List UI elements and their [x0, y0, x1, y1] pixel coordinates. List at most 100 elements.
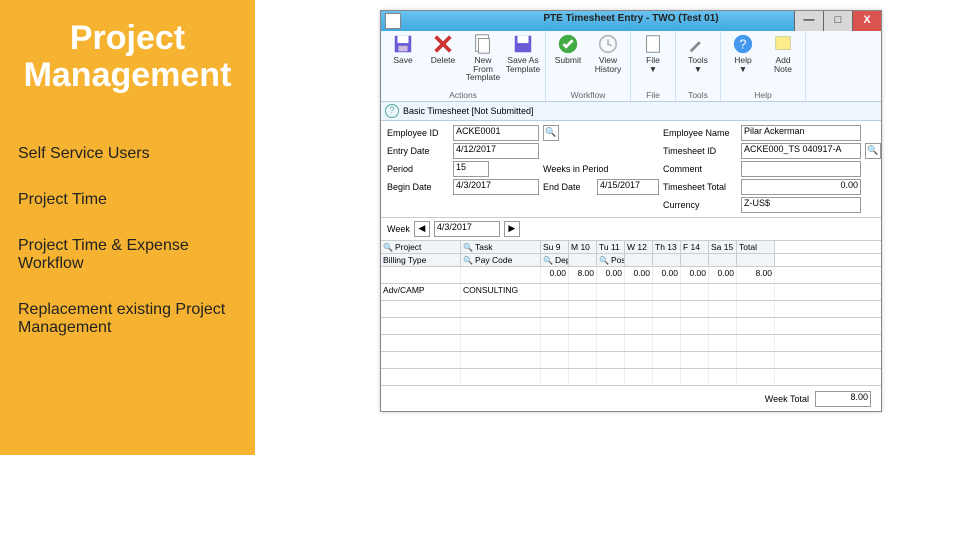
- ribbon-group-workflow: Workflow: [550, 90, 626, 101]
- save-button[interactable]: Save: [385, 33, 421, 82]
- col-header[interactable]: Total: [737, 241, 775, 253]
- col-header[interactable]: [569, 254, 597, 266]
- col-header[interactable]: [653, 254, 681, 266]
- comment-field[interactable]: [741, 161, 861, 177]
- col-header[interactable]: [709, 254, 737, 266]
- newfrom-icon: [472, 33, 494, 55]
- close-button[interactable]: X: [852, 11, 881, 31]
- minimize-button[interactable]: —: [794, 11, 823, 31]
- grid-cell[interactable]: 0.00: [681, 267, 709, 283]
- grid-cell[interactable]: 0.00: [709, 267, 737, 283]
- delete-button[interactable]: Delete: [425, 33, 461, 82]
- col-header[interactable]: [625, 254, 653, 266]
- info-bar: ? Basic Timesheet [Not Submitted]: [381, 102, 881, 121]
- col-header[interactable]: [681, 254, 709, 266]
- grid-row-empty: [381, 301, 881, 318]
- lookup-icon[interactable]: 🔍: [383, 243, 393, 252]
- grid-cell[interactable]: [569, 284, 597, 300]
- begin-date-label: Begin Date: [387, 182, 449, 192]
- grid-cell[interactable]: 0.00: [541, 267, 569, 283]
- title-bar: PTE Timesheet Entry - TWO (Test 01) — □ …: [381, 11, 881, 31]
- week-navigator: Week ◀ 4/3/2017 ▶: [381, 218, 881, 241]
- grid-cell[interactable]: 8.00: [737, 267, 775, 283]
- employee-name-field: Pilar Ackerman: [741, 125, 861, 141]
- employee-id-label: Employee ID: [387, 128, 449, 138]
- week-prev-button[interactable]: ◀: [414, 221, 430, 237]
- week-value[interactable]: 4/3/2017: [434, 221, 500, 237]
- begin-date-field[interactable]: 4/3/2017: [453, 179, 539, 195]
- entry-date-field[interactable]: 4/12/2017: [453, 143, 539, 159]
- grid-cell[interactable]: [653, 284, 681, 300]
- col-header[interactable]: Su 9: [541, 241, 569, 253]
- col-header[interactable]: Sa 15: [709, 241, 737, 253]
- grid-row-2: Adv/CAMPCONSULTING: [381, 284, 881, 301]
- submit-button[interactable]: Submit: [550, 33, 586, 73]
- col-header[interactable]: 🔍 Project: [381, 241, 461, 253]
- save-icon: [392, 33, 414, 55]
- timesheet-id-field[interactable]: ACKE000_TS 040917-A: [741, 143, 861, 159]
- grid-cell[interactable]: [625, 284, 653, 300]
- grid-cell[interactable]: Adv/CAMP: [381, 284, 461, 300]
- lookup-icon[interactable]: 🔍: [543, 256, 553, 265]
- grid-cell[interactable]: [541, 284, 569, 300]
- lookup-icon[interactable]: 🔍: [463, 243, 473, 252]
- currency-field[interactable]: Z-US$: [741, 197, 861, 213]
- grid-cell[interactable]: [709, 284, 737, 300]
- saveas-button[interactable]: Save AsTemplate: [505, 33, 541, 82]
- grid-cell[interactable]: [381, 267, 461, 283]
- tools-icon: [687, 33, 709, 55]
- addnote-label: AddNote: [774, 56, 792, 73]
- employee-id-lookup-icon[interactable]: 🔍: [543, 125, 559, 141]
- lookup-icon[interactable]: 🔍: [599, 256, 609, 265]
- col-header[interactable]: 🔍 Position: [597, 254, 625, 266]
- newfrom-button[interactable]: New FromTemplate: [465, 33, 501, 82]
- col-header[interactable]: F 14: [681, 241, 709, 253]
- viewhist-label: ViewHistory: [595, 56, 621, 73]
- window-title: PTE Timesheet Entry - TWO (Test 01): [543, 13, 718, 24]
- col-header[interactable]: Tu 11: [597, 241, 625, 253]
- week-next-button[interactable]: ▶: [504, 221, 520, 237]
- end-date-field[interactable]: 4/15/2017: [597, 179, 659, 195]
- col-header[interactable]: 🔍 Department: [541, 254, 569, 266]
- submit-icon: [557, 33, 579, 55]
- file-button[interactable]: File▼: [635, 33, 671, 73]
- viewhist-button[interactable]: ViewHistory: [590, 33, 626, 73]
- addnote-button[interactable]: AddNote: [765, 33, 801, 73]
- help-icon: ?: [732, 33, 754, 55]
- grid-cell[interactable]: 8.00: [569, 267, 597, 283]
- grid-cell[interactable]: [461, 267, 541, 283]
- grid-cell[interactable]: [737, 284, 775, 300]
- timesheet-total-field: 0.00: [741, 179, 861, 195]
- grid-row-empty: [381, 369, 881, 386]
- period-label: Period: [387, 164, 449, 174]
- grid-cell[interactable]: [597, 284, 625, 300]
- grid-cell[interactable]: 0.00: [653, 267, 681, 283]
- end-date-label: End Date: [543, 182, 593, 192]
- col-header[interactable]: 🔍 Task: [461, 241, 541, 253]
- col-header[interactable]: M 10: [569, 241, 597, 253]
- week-label: Week: [387, 224, 410, 234]
- week-total-footer: Week Total 8.00: [765, 391, 871, 407]
- app-icon: [385, 13, 401, 29]
- period-field[interactable]: 15: [453, 161, 489, 177]
- col-header[interactable]: W 12: [625, 241, 653, 253]
- ribbon-group-actions: Actions: [385, 90, 541, 101]
- grid-cell[interactable]: [681, 284, 709, 300]
- timesheet-id-lookup-icon[interactable]: 🔍: [865, 143, 881, 159]
- header-form: Employee ID ACKE0001 🔍 Employee Name Pil…: [381, 121, 881, 218]
- grid-cell[interactable]: 0.00: [597, 267, 625, 283]
- file-label: File▼: [646, 56, 660, 73]
- help-button[interactable]: ?Help▼: [725, 33, 761, 73]
- maximize-button[interactable]: □: [823, 11, 852, 31]
- col-header[interactable]: [737, 254, 775, 266]
- col-header[interactable]: Th 13: [653, 241, 681, 253]
- col-header[interactable]: 🔍 Pay Code: [461, 254, 541, 266]
- lookup-icon[interactable]: 🔍: [463, 256, 473, 265]
- tools-button[interactable]: Tools▼: [680, 33, 716, 73]
- grid-cell[interactable]: 0.00: [625, 267, 653, 283]
- grid-cell[interactable]: CONSULTING: [461, 284, 541, 300]
- ribbon-group-tools: Tools: [680, 90, 716, 101]
- col-header[interactable]: Billing Type: [381, 254, 461, 266]
- employee-id-field[interactable]: ACKE0001: [453, 125, 539, 141]
- comment-label: Comment: [663, 164, 737, 174]
